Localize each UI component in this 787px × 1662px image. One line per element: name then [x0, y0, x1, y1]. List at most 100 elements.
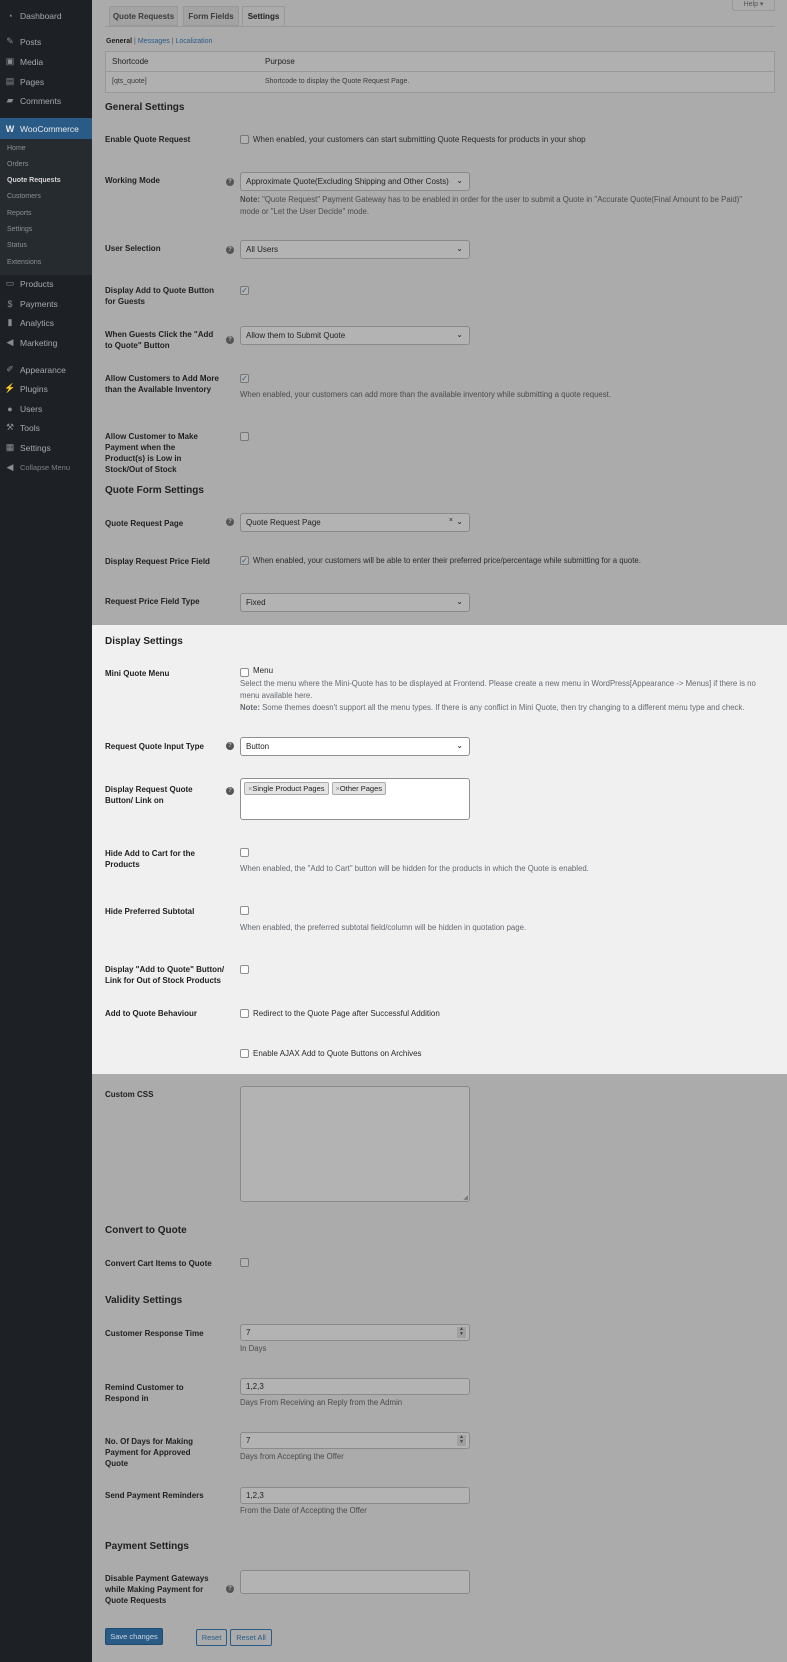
- cell-shortcode: [qts_quote]: [112, 78, 147, 85]
- subnav: General | Messages | Localization: [106, 38, 213, 45]
- price-field-checkbox[interactable]: ✓: [240, 556, 249, 565]
- woocommerce-submenu: Home Orders Quote Requests Customers Rep…: [0, 139, 92, 275]
- validity-heading: Validity Settings: [105, 1295, 183, 1306]
- menu-payments[interactable]: $ Payments: [0, 294, 92, 313]
- reset-button[interactable]: Reset: [196, 1629, 227, 1646]
- quote-page-select[interactable]: Quote Request Page × ⌄: [240, 513, 470, 532]
- guest-click-label: When Guests Click the "Add to Quote" But…: [105, 330, 214, 350]
- custom-css-textarea[interactable]: ◢: [240, 1086, 470, 1202]
- menu-comments[interactable]: ▰ Comments: [0, 91, 92, 110]
- reset-all-button[interactable]: Reset All: [230, 1629, 272, 1646]
- user-selection-select[interactable]: All Users ⌄: [240, 240, 470, 259]
- menu-media[interactable]: ▣ Media: [0, 52, 92, 71]
- menu-appearance[interactable]: ✐ Appearance: [0, 360, 92, 379]
- response-time-desc: In Days: [240, 1344, 267, 1353]
- col-shortcode: Shortcode: [112, 57, 149, 66]
- out-of-stock-checkbox[interactable]: [240, 965, 249, 974]
- menu-dashboard[interactable]: ◔ Dashboard: [0, 6, 92, 25]
- price-field-text: When enabled, your customers will be abl…: [253, 556, 641, 565]
- enable-quote-checkbox[interactable]: [240, 135, 249, 144]
- redirect-text: Redirect to the Quote Page after Success…: [253, 1009, 440, 1018]
- hide-subtotal-checkbox[interactable]: [240, 906, 249, 915]
- menu-label: Marketing: [20, 337, 58, 348]
- clear-icon[interactable]: ×: [449, 517, 453, 524]
- dollar-icon: $: [7, 298, 13, 309]
- submenu-reports[interactable]: Reports: [7, 210, 32, 217]
- payment-days-input[interactable]: 7 ▲ ▼: [240, 1432, 470, 1449]
- redirect-checkbox[interactable]: [240, 1009, 249, 1018]
- submenu-extensions[interactable]: Extensions: [7, 259, 41, 266]
- reminders-input[interactable]: 1,2,3: [240, 1487, 470, 1504]
- help-icon[interactable]: ?: [226, 1585, 234, 1593]
- help-icon[interactable]: ?: [226, 742, 234, 750]
- out-of-stock-label: Display "Add to Quote" Button/ Link for …: [105, 965, 225, 985]
- input-value: 1,2,3: [246, 1491, 264, 1500]
- ajax-checkbox[interactable]: [240, 1049, 249, 1058]
- tab-form-fields[interactable]: Form Fields: [183, 6, 239, 26]
- submenu-status[interactable]: Status: [7, 242, 27, 249]
- menu-posts[interactable]: ✎ Posts: [0, 32, 92, 51]
- reminders-label: Send Payment Reminders: [105, 1491, 204, 1500]
- tag-single-product-pages[interactable]: ×Single Product Pages: [244, 782, 329, 795]
- help-icon[interactable]: ?: [226, 787, 234, 795]
- gateways-multiselect[interactable]: [240, 1570, 470, 1594]
- hide-cart-checkbox[interactable]: [240, 848, 249, 857]
- help-icon[interactable]: ?: [226, 178, 234, 186]
- mini-quote-menu-checkbox[interactable]: [240, 668, 249, 677]
- save-changes-button[interactable]: Save changes: [105, 1628, 163, 1645]
- convert-heading: Convert to Quote: [105, 1225, 187, 1236]
- menu-pages[interactable]: ▤ Pages: [0, 72, 92, 91]
- menu-settings[interactable]: ▦ Settings: [0, 438, 92, 457]
- response-time-input[interactable]: 7 ▲ ▼: [240, 1324, 470, 1341]
- dashboard-icon: ◔: [7, 10, 13, 21]
- input-value: 7: [246, 1436, 251, 1445]
- tag-other-pages[interactable]: ×Other Pages: [331, 782, 387, 795]
- help-icon[interactable]: ?: [226, 246, 234, 254]
- resize-handle-icon[interactable]: ◢: [463, 1194, 468, 1201]
- menu-woocommerce[interactable]: W WooCommerce: [0, 118, 92, 139]
- guest-click-select[interactable]: Allow them to Submit Quote ⌄: [240, 326, 470, 345]
- spinner-icon[interactable]: ▲ ▼: [457, 1327, 466, 1338]
- help-icon[interactable]: ?: [226, 518, 234, 526]
- menu-tools[interactable]: ⚒ Tools: [0, 418, 92, 437]
- subnav-general[interactable]: General: [106, 38, 132, 45]
- display-on-multiselect[interactable]: ×Single Product Pages ×Other Pages: [240, 778, 470, 820]
- chevron-down-icon: ⌄: [456, 597, 463, 606]
- working-mode-select[interactable]: Approximate Quote(Excluding Shipping and…: [240, 172, 470, 191]
- guest-button-checkbox[interactable]: ✓: [240, 286, 249, 295]
- payment-heading: Payment Settings: [105, 1541, 189, 1552]
- menu-plugins[interactable]: ⚡ Plugins: [0, 379, 92, 398]
- input-value: 7: [246, 1328, 251, 1337]
- select-value: Quote Request Page: [246, 518, 321, 527]
- hide-cart-desc: When enabled, the "Add to Cart" button w…: [240, 864, 589, 873]
- collapse-icon: ◀: [6, 462, 14, 472]
- menu-users[interactable]: ● Users: [0, 399, 92, 418]
- convert-cart-checkbox[interactable]: [240, 1258, 249, 1267]
- submenu-customers[interactable]: Customers: [7, 193, 41, 200]
- tab-quote-requests[interactable]: Quote Requests: [109, 6, 178, 26]
- spinner-icon[interactable]: ▲ ▼: [457, 1435, 466, 1446]
- submenu-quote-requests[interactable]: Quote Requests: [7, 177, 61, 184]
- help-button[interactable]: Help ▾: [732, 0, 775, 11]
- submenu-settings[interactable]: Settings: [7, 226, 32, 233]
- menu-label: Products: [20, 278, 54, 289]
- submenu-home[interactable]: Home: [7, 145, 26, 152]
- help-icon[interactable]: ?: [226, 336, 234, 344]
- menu-products[interactable]: ▭ Products: [0, 274, 92, 293]
- low-stock-checkbox[interactable]: [240, 432, 249, 441]
- gateways-label: Disable Payment Gateways while Making Pa…: [105, 1574, 209, 1605]
- remind-input[interactable]: 1,2,3: [240, 1378, 470, 1395]
- remind-desc: Days From Receiving an Reply from the Ad…: [240, 1398, 403, 1407]
- inventory-checkbox[interactable]: ✓: [240, 374, 249, 383]
- menu-analytics[interactable]: ▮ Analytics: [0, 313, 92, 332]
- price-type-select[interactable]: Fixed ⌄: [240, 593, 470, 612]
- subnav-messages[interactable]: Messages: [138, 38, 170, 45]
- reminders-desc: From the Date of Accepting the Offer: [240, 1506, 367, 1515]
- menu-marketing[interactable]: ◀ Marketing: [0, 333, 92, 352]
- submenu-orders[interactable]: Orders: [7, 161, 28, 168]
- subnav-localization[interactable]: Localization: [175, 38, 212, 45]
- input-type-select[interactable]: Button ⌄: [240, 737, 470, 756]
- price-type-label: Request Price Field Type: [105, 597, 200, 606]
- tab-settings[interactable]: Settings: [242, 6, 285, 26]
- collapse-menu[interactable]: ◀ Collapse Menu: [0, 458, 92, 477]
